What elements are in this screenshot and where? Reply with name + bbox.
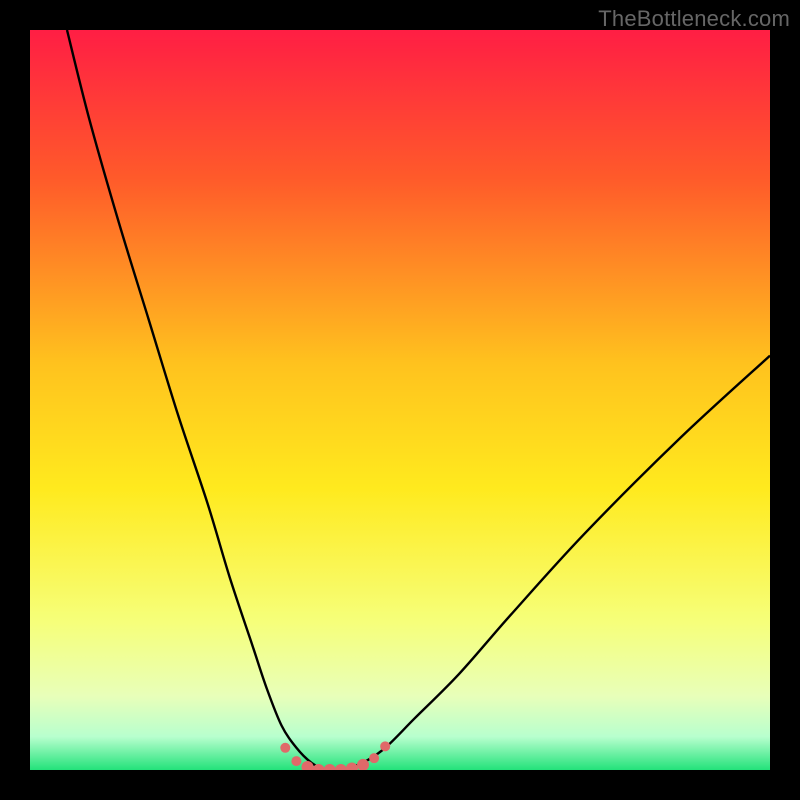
watermark-text: TheBottleneck.com	[598, 6, 790, 32]
marker-dot	[291, 756, 301, 766]
bottleneck-chart	[30, 30, 770, 770]
chart-frame: TheBottleneck.com	[0, 0, 800, 800]
marker-dot	[380, 741, 390, 751]
marker-dot	[369, 753, 379, 763]
gradient-background	[30, 30, 770, 770]
plot-area	[30, 30, 770, 770]
marker-dot	[280, 743, 290, 753]
